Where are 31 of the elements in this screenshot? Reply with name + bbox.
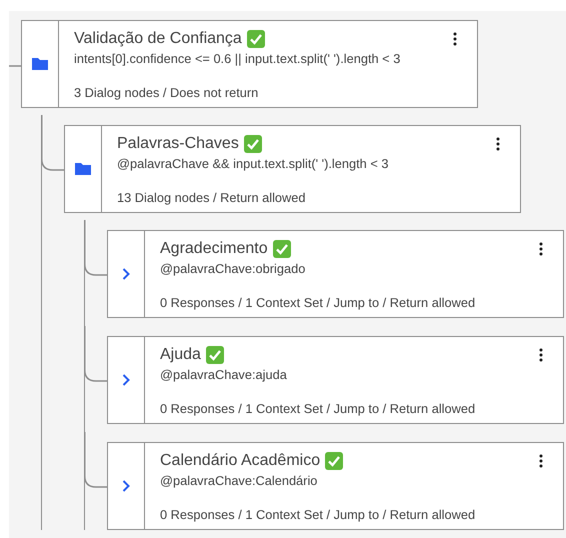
overflow-menu-icon — [539, 454, 543, 468]
chevron-right-icon[interactable] — [122, 268, 130, 280]
node-summary: 3 Dialog nodes / Does not return — [74, 85, 260, 100]
node-title: Palavras-Chaves — [117, 135, 239, 153]
folder-icon — [32, 58, 48, 70]
node-condition: @palavraChave:ajuda — [160, 367, 288, 382]
node-title: Agradecimento — [160, 240, 268, 258]
dialog-node-card[interactable]: Agradecimento @palavraChave:obrigado 0 Responses / 1 Context Set / Jump to / Return allowed — [107, 230, 564, 318]
overflow-menu-icon — [539, 242, 543, 256]
connector-line — [9, 65, 21, 67]
node-summary: 0 Responses / 1 Context Set / Jump to / Return allowed — [160, 295, 476, 310]
overflow-menu-icon — [539, 348, 543, 362]
chevron-right-icon[interactable] — [122, 480, 130, 492]
dialog-node-card[interactable]: Palavras-Chaves @palavraChave && input.text.split(' ').length < 3 13 Dialog nodes / Return allowed — [64, 125, 521, 213]
node-title: Ajuda — [160, 346, 201, 364]
chevron-right-icon[interactable] — [122, 374, 130, 386]
dialog-node-card[interactable]: Calendário Acadêmico @palavraChave:Calendário 0 Responses / 1 Context Set / Jump to / Return allowed — [107, 442, 564, 530]
node-summary: 0 Responses / 1 Context Set / Jump to / Return allowed — [160, 507, 476, 522]
dialog-node-card[interactable]: Validação de Confiança intents[0].confidence <= 0.6 || input.text.split(' ').length < 3 3 Dialog nodes / Does not return — [21, 20, 478, 108]
node-condition: @palavraChave:Calendário — [160, 473, 318, 488]
dialog-node-card[interactable]: Ajuda @palavraChave:ajuda 0 Responses / 1 Context Set / Jump to / Return allowed — [107, 336, 564, 424]
node-summary: 13 Dialog nodes / Return allowed — [117, 190, 307, 205]
node-title: Validação de Confiança — [74, 30, 242, 48]
overflow-menu-icon — [496, 137, 500, 151]
folder-icon — [75, 163, 91, 175]
node-condition: @palavraChave && input.text.split(' ').length < 3 — [117, 156, 390, 171]
node-condition: intents[0].confidence <= 0.6 || input.text.split(' ').length < 3 — [74, 51, 402, 66]
overflow-menu-icon — [453, 32, 457, 46]
node-summary: 0 Responses / 1 Context Set / Jump to / Return allowed — [160, 401, 476, 416]
node-title: Calendário Acadêmico — [160, 452, 320, 470]
node-condition: @palavraChave:obrigado — [160, 261, 306, 276]
